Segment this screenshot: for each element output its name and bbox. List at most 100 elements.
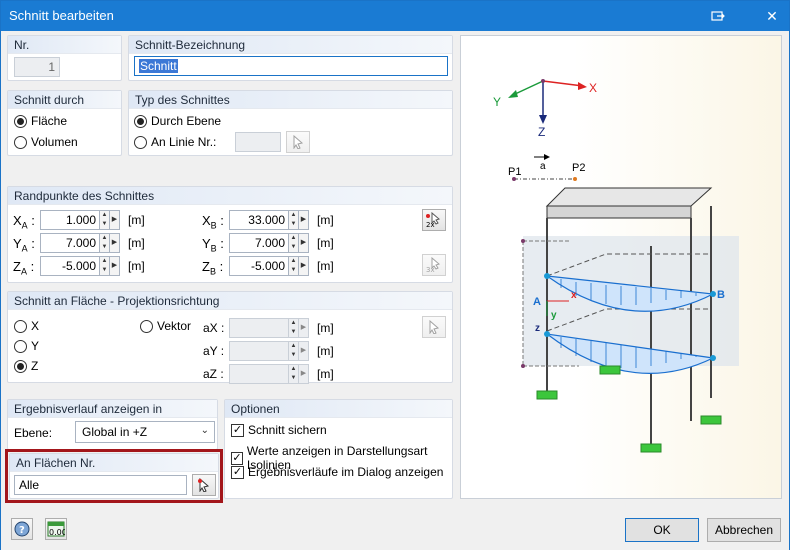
axis-y-label: Y xyxy=(493,95,501,109)
projektion-group: Schnitt an Fläche - Projektionsrichtung … xyxy=(7,291,453,384)
bezeichnung-input[interactable]: Schnitt xyxy=(134,56,448,76)
frame-section-diagram: X Y Z P1 P2 a A B x y z xyxy=(493,79,739,453)
projektion-label: Schnitt an Fläche - Projektionsrichtung xyxy=(8,292,452,310)
optionen-group: Optionen ✓ Schnitt sichern ✓ Werte anzeige… xyxy=(224,399,453,499)
pick-two-points-icon: 2x xyxy=(426,212,440,228)
pick-line-button[interactable] xyxy=(286,131,310,153)
randpunkte-label: Randpunkte des Schnittes xyxy=(8,187,452,205)
pick-points-button[interactable]: 2x xyxy=(422,209,446,231)
zb-unit: [m] xyxy=(317,259,334,273)
pick-three-points-icon: 3x xyxy=(426,257,440,273)
pick-cursor-icon xyxy=(429,320,440,334)
chevron-down-icon: ⌄ xyxy=(200,425,209,436)
linie-nr-field xyxy=(235,132,281,152)
radio-proj-z[interactable]: Z xyxy=(14,359,38,373)
window-title: Schnitt bearbeiten xyxy=(9,8,114,23)
radio-an-linie[interactable]: An Linie Nr.: xyxy=(134,135,216,149)
check-ergebnisverlaeufe[interactable]: ✓ Ergebnisverläufe im Dialog anzeigen xyxy=(231,465,443,479)
axis-y-line xyxy=(512,80,544,96)
ay-input: ▲ ▼ ▶ xyxy=(229,341,309,361)
pick-three-points-button[interactable]: 3x xyxy=(422,254,446,276)
typ-group: Typ des Schnittes Durch Ebene An Linie N… xyxy=(128,90,453,156)
pick-cursor-icon xyxy=(198,478,210,492)
xb-label: XB : xyxy=(202,213,224,231)
ya-unit: [m] xyxy=(128,236,145,250)
randpunkte-group: Randpunkte des Schnittes XA : 1.000 ▲ ▼ ▶ [… xyxy=(7,186,453,283)
help-button[interactable]: ? xyxy=(11,518,33,540)
typ-label: Typ des Schnittes xyxy=(129,91,452,109)
radio-proj-vektor[interactable]: Vektor xyxy=(140,319,191,333)
flaechen-group: An Flächen Nr. Alle xyxy=(9,453,219,499)
xa-label: XA : xyxy=(13,213,35,231)
za-label: ZA : xyxy=(13,259,35,277)
point-a-label: A xyxy=(533,296,541,308)
radio-proj-x[interactable]: X xyxy=(14,319,39,333)
dialog-window: Schnitt bearbeiten ✕ Nr. 1 Schnitt-Bezei… xyxy=(0,0,790,550)
supports xyxy=(536,365,722,453)
radio-durch-ebene[interactable]: Durch Ebene xyxy=(134,114,221,128)
radio-proj-y[interactable]: Y xyxy=(14,339,39,353)
xa-input[interactable]: 1.000 ▲ ▼ ▶ xyxy=(40,210,120,230)
ya-input[interactable]: 7.000 ▲ ▼ ▶ xyxy=(40,233,120,253)
dialog-body: Nr. 1 Schnitt-Bezeichnung Schnitt Schnit… xyxy=(1,31,789,550)
ax-unit: [m] xyxy=(317,321,334,335)
units-icon: 0.00 xyxy=(47,521,65,537)
az-label: aZ : xyxy=(203,367,224,381)
pick-vector-button[interactable] xyxy=(422,316,446,338)
svg-text:2x: 2x xyxy=(426,221,435,228)
check-schnitt-sichern[interactable]: ✓ Schnitt sichern xyxy=(231,423,327,437)
units-button[interactable]: 0.00 xyxy=(45,518,67,540)
p1-label: P1 xyxy=(508,166,521,178)
svg-text:3x: 3x xyxy=(426,266,435,273)
local-y-label: y xyxy=(551,310,557,321)
axis-x-line xyxy=(542,80,584,87)
ay-unit: [m] xyxy=(317,344,334,358)
ax-label: aX : xyxy=(203,321,225,335)
yb-unit: [m] xyxy=(317,236,334,250)
ok-button[interactable]: OK xyxy=(625,518,699,542)
restore-icon[interactable] xyxy=(701,1,735,31)
az-unit: [m] xyxy=(317,367,334,381)
pick-surface-button[interactable] xyxy=(192,474,216,496)
p2-label: P2 xyxy=(572,162,585,174)
nr-label: Nr. xyxy=(8,36,121,54)
axis-x-label: X xyxy=(589,81,597,95)
ergebnis-label: Ergebnisverlauf anzeigen in xyxy=(8,400,217,418)
ya-label: YA : xyxy=(13,236,35,254)
point-b-label: B xyxy=(717,289,725,301)
za-unit: [m] xyxy=(128,259,145,273)
ay-label: aY : xyxy=(203,344,225,358)
schnitt-durch-group: Schnitt durch Fläche Volumen xyxy=(7,90,122,156)
axis-z-label: Z xyxy=(538,125,545,139)
xa-unit: [m] xyxy=(128,213,145,227)
radio-flaeche[interactable]: Fläche xyxy=(14,114,67,128)
abbrechen-button[interactable]: Abbrechen xyxy=(707,518,781,542)
flaechen-label: An Flächen Nr. xyxy=(10,454,218,472)
bezeichnung-label: Schnitt-Bezeichnung xyxy=(129,36,452,54)
nr-group: Nr. 1 xyxy=(7,35,122,81)
local-x-label: x xyxy=(571,290,577,301)
title-bar: Schnitt bearbeiten ✕ xyxy=(1,1,789,31)
radio-volumen[interactable]: Volumen xyxy=(14,135,78,149)
az-input: ▲ ▼ ▶ xyxy=(229,364,309,384)
close-icon[interactable]: ✕ xyxy=(755,1,789,31)
xb-unit: [m] xyxy=(317,213,334,227)
flaechen-input[interactable]: Alle xyxy=(14,475,187,495)
preview-diagram: X Y Z P1 P2 a A B x y z xyxy=(460,35,782,499)
a-label: a xyxy=(540,161,546,172)
bezeichnung-group: Schnitt-Bezeichnung Schnitt xyxy=(128,35,453,81)
ebene-label: Ebene: xyxy=(14,426,53,440)
schnitt-durch-label: Schnitt durch xyxy=(8,91,121,109)
optionen-label: Optionen xyxy=(225,400,452,418)
yb-input[interactable]: 7.000 ▲ ▼ ▶ xyxy=(229,233,309,253)
zb-input[interactable]: -5.000 ▲ ▼ ▶ xyxy=(229,256,309,276)
xb-input[interactable]: 33.000 ▲ ▼ ▶ xyxy=(229,210,309,230)
ebene-select[interactable]: Global in +Z ⌄ xyxy=(75,421,215,443)
svg-text:0.00: 0.00 xyxy=(49,528,65,537)
ergebnis-group: Ergebnisverlauf anzeigen in Ebene: Globa… xyxy=(7,399,218,450)
nr-field: 1 xyxy=(14,57,60,77)
za-input[interactable]: -5.000 ▲ ▼ ▶ xyxy=(40,256,120,276)
ax-input: ▲ ▼ ▶ xyxy=(229,318,309,338)
zb-label: ZB : xyxy=(202,259,224,277)
help-icon: ? xyxy=(14,521,30,537)
